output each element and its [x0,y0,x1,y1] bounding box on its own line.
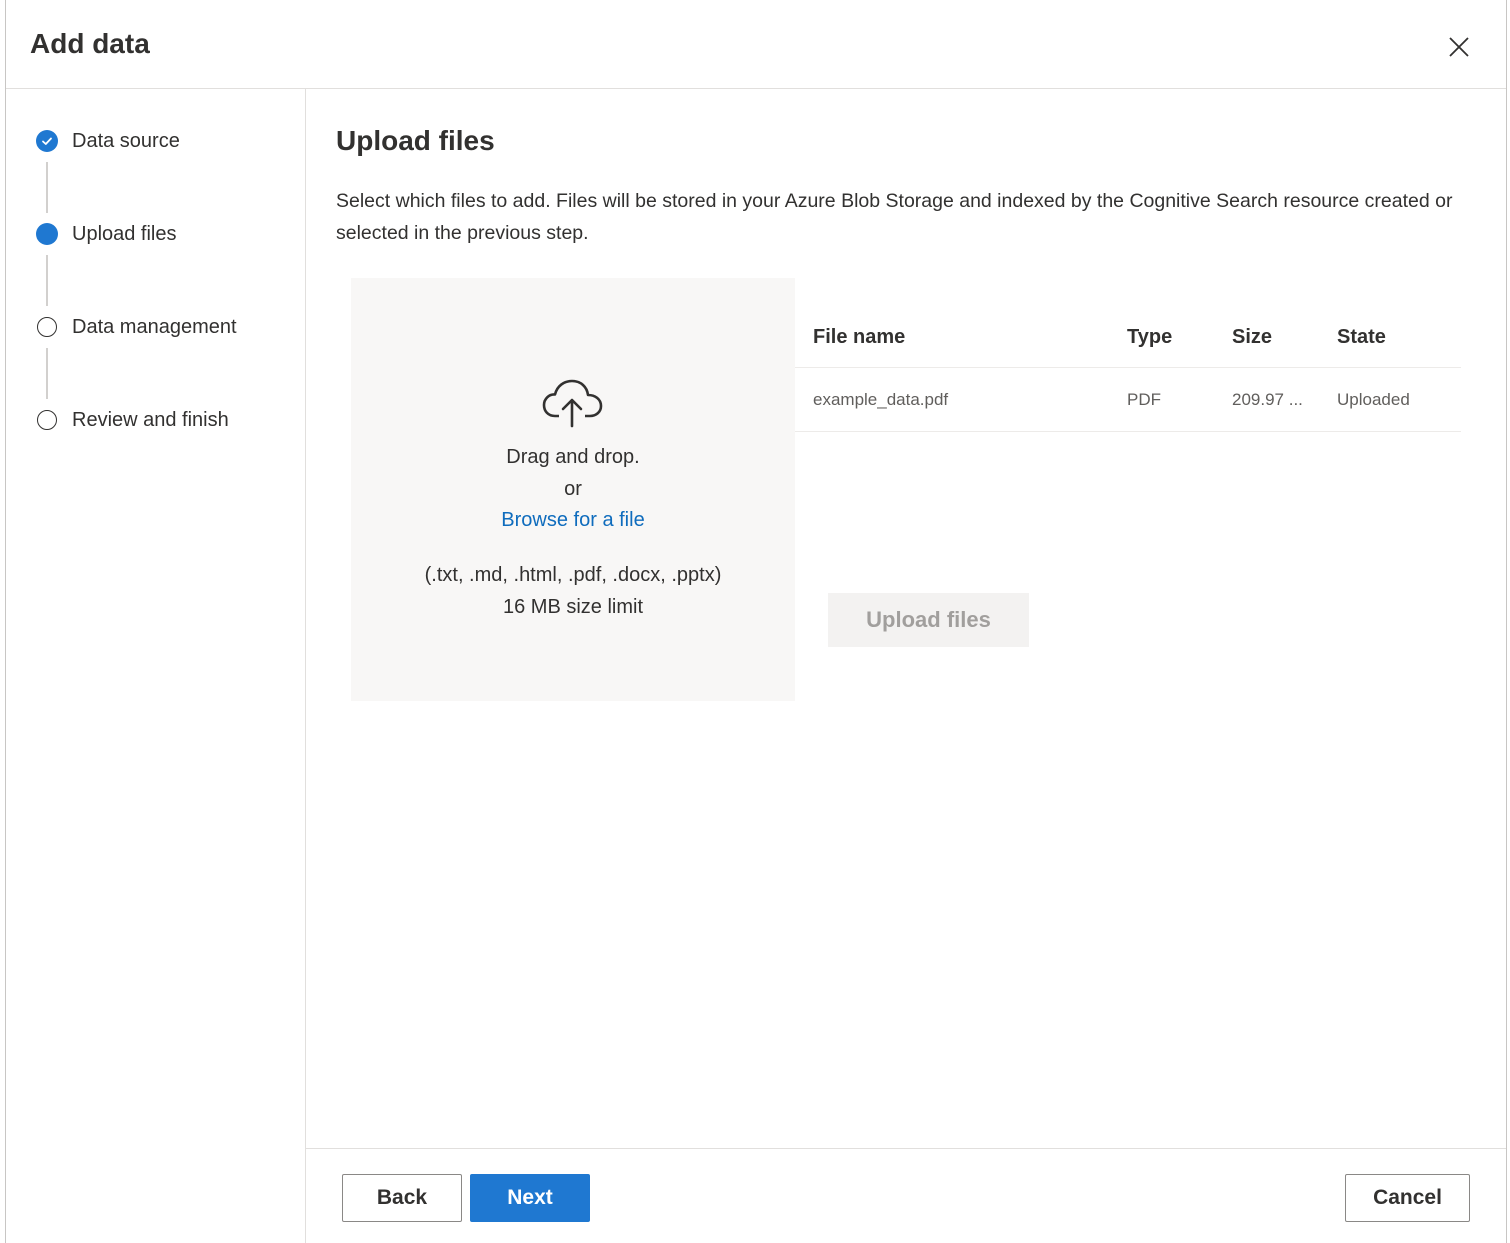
step-upload-files[interactable]: Upload files [36,219,177,249]
step-pending-marker [37,410,57,430]
file-type-cell: PDF [1127,389,1161,409]
file-name-cell: example_data.pdf [813,389,949,409]
step-current-marker [36,223,58,245]
background-page-right-edge [1506,0,1510,1243]
column-header-size[interactable]: Size [1232,308,1272,367]
cloud-upload-icon [542,379,603,428]
drag-drop-text: Drag and drop. [506,446,640,468]
dialog-title: Add data [30,28,150,59]
step-pending-marker [37,317,57,337]
back-button[interactable]: Back [342,1174,462,1222]
step-label: Data management [72,315,237,338]
table-row[interactable]: example_data.pdf PDF 209.97 ... Uploaded [795,368,1461,432]
page-title: Upload files [336,125,495,156]
next-button[interactable]: Next [470,1174,590,1222]
column-header-type[interactable]: Type [1127,308,1172,367]
step-data-management[interactable]: Data management [36,312,237,342]
step-connector [46,162,48,213]
close-icon [1449,37,1469,57]
file-state-cell: Uploaded [1337,389,1410,409]
step-label: Review and finish [72,408,229,431]
step-label: Upload files [72,222,177,245]
column-header-state[interactable]: State [1337,308,1386,367]
page-description: Select which files to add. Files will be… [336,190,1453,244]
step-connector [46,255,48,306]
or-text: or [564,478,582,500]
cancel-button[interactable]: Cancel [1345,1174,1470,1222]
step-connector [46,348,48,399]
add-data-dialog: Add data Data source Upload files Data m… [6,0,1506,1243]
main-content: Upload files Select which files to add. … [306,89,1506,1149]
file-size-cell: 209.97 ... [1232,389,1303,409]
file-table: File name Type Size State example_data.p… [795,308,1461,432]
step-label: Data source [72,129,180,152]
browse-file-link[interactable]: Browse for a file [501,509,644,531]
accepted-formats-text: (.txt, .md, .html, .pdf, .docx, .pptx) [424,564,722,586]
column-header-file-name[interactable]: File name [813,308,905,367]
file-dropzone[interactable]: Drag and drop. or Browse for a file (.tx… [351,278,795,701]
step-completed-marker [36,130,58,152]
step-review-and-finish[interactable]: Review and finish [36,405,229,435]
dialog-footer: Back Next Cancel [306,1148,1506,1243]
table-header-row: File name Type Size State [795,308,1461,368]
size-limit-text: 16 MB size limit [502,596,644,618]
close-button[interactable] [1444,32,1474,62]
wizard-steps: Data source Upload files Data management… [6,89,306,1243]
upload-files-button[interactable]: Upload files [828,593,1029,647]
step-data-source[interactable]: Data source [36,126,180,156]
checkmark-icon [42,137,52,145]
dialog-header: Add data [6,0,1506,89]
